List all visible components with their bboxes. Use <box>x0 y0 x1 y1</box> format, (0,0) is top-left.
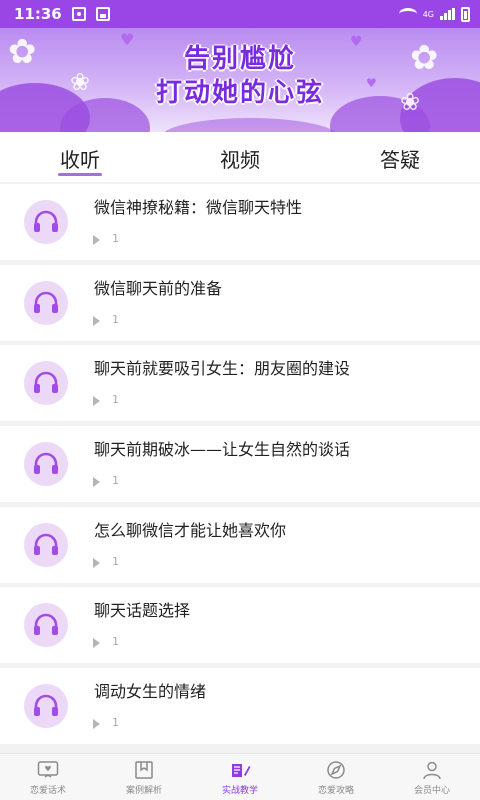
play-icon <box>93 638 100 649</box>
headphones-icon <box>24 200 68 244</box>
bottom-nav: 恋爱话术 案例解析 实战教学 恋爱攻略 会员中心 <box>0 753 480 800</box>
nav-item-practical-teaching[interactable]: 实战教学 <box>192 754 288 800</box>
battery-icon <box>461 6 470 22</box>
network-label: 4G <box>422 9 434 19</box>
item-title: 怎么聊微信才能让她喜欢你 <box>94 520 287 540</box>
item-title: 聊天前就要吸引女生：朋友圈的建设 <box>94 359 351 379</box>
wifi-icon <box>398 8 417 20</box>
nav-label: 会员中心 <box>413 786 450 796</box>
play-icon <box>93 235 100 245</box>
headphones-icon <box>24 522 68 567</box>
bookmark-icon <box>135 761 153 779</box>
play-count: 1 <box>112 554 119 568</box>
item-title: 调动女生的情绪 <box>94 682 207 702</box>
nav-item-member-center[interactable]: 会员中心 <box>384 754 480 800</box>
audio-list: 微信神撩秘籍：微信聊天特性 1 微信聊天前的准备 1 聊天前就要吸引女生：朋友圈… <box>0 184 480 749</box>
play-count: 1 <box>112 635 119 649</box>
nav-label: 恋爱攻略 <box>317 786 354 796</box>
play-icon <box>93 315 100 326</box>
compass-icon <box>327 761 345 779</box>
headphones-icon <box>24 280 68 325</box>
play-count: 1 <box>112 393 119 407</box>
photo-notification-icon <box>95 7 110 21</box>
list-item[interactable]: 调动女生的情绪 1 <box>0 668 480 745</box>
item-title: 聊天话题选择 <box>94 601 191 621</box>
headphones-icon <box>24 684 68 729</box>
list-item[interactable]: 聊天话题选择 1 <box>0 587 480 664</box>
item-title: 微信神撩秘籍：微信聊天特性 <box>94 198 303 217</box>
promo-banner[interactable]: ✿ ❀ ✿ ❀ ♥ ♥ ♥ 告别尴尬 打动她的心弦 <box>0 28 480 132</box>
user-icon <box>423 761 441 780</box>
play-count: 1 <box>112 232 119 245</box>
play-count: 1 <box>112 716 119 730</box>
nav-label: 案例解析 <box>125 786 162 796</box>
nav-item-love-talk[interactable]: 恋爱话术 <box>0 754 96 800</box>
headphones-icon <box>24 361 68 406</box>
tab-listen[interactable]: 收听 <box>0 132 160 182</box>
tab-qa[interactable]: 答疑 <box>320 132 480 182</box>
chat-heart-icon <box>37 761 59 778</box>
item-title: 聊天前期破冰——让女生自然的谈话 <box>94 440 351 460</box>
list-item[interactable]: 微信聊天前的准备 1 <box>0 264 480 341</box>
status-bar: 11:36 4G <box>0 0 480 28</box>
play-icon <box>93 396 100 407</box>
play-count: 1 <box>112 312 119 326</box>
nav-label: 实战教学 <box>221 786 258 796</box>
play-icon <box>93 719 100 730</box>
nav-label: 恋爱话术 <box>29 786 66 796</box>
item-title: 微信聊天前的准备 <box>94 278 223 298</box>
nav-item-case-study[interactable]: 案例解析 <box>96 754 192 800</box>
signal-icon <box>440 8 455 20</box>
list-item[interactable]: 聊天前期破冰——让女生自然的谈话 1 <box>0 426 480 503</box>
message-notification-icon <box>71 7 86 21</box>
banner-cloud-decoration <box>160 118 340 132</box>
play-icon <box>93 557 100 568</box>
book-pen-icon <box>232 764 251 777</box>
headphones-icon <box>24 603 68 648</box>
list-item[interactable]: 微信神撩秘籍：微信聊天特性 1 <box>0 184 480 260</box>
tab-video[interactable]: 视频 <box>160 132 320 182</box>
banner-title-line1: 告别尴尬 <box>183 44 296 74</box>
banner-title-line2: 打动她的心弦 <box>155 78 324 108</box>
headphones-icon <box>24 442 68 487</box>
status-time: 11:36 <box>14 5 62 23</box>
play-icon <box>93 477 100 488</box>
list-item[interactable]: 聊天前就要吸引女生：朋友圈的建设 1 <box>0 345 480 422</box>
content-tabs: 收听 视频 答疑 <box>0 132 480 182</box>
status-indicators: 4G <box>398 6 470 22</box>
nav-item-love-guide[interactable]: 恋爱攻略 <box>288 754 384 800</box>
play-count: 1 <box>112 474 119 488</box>
list-item[interactable]: 怎么聊微信才能让她喜欢你 1 <box>0 506 480 583</box>
